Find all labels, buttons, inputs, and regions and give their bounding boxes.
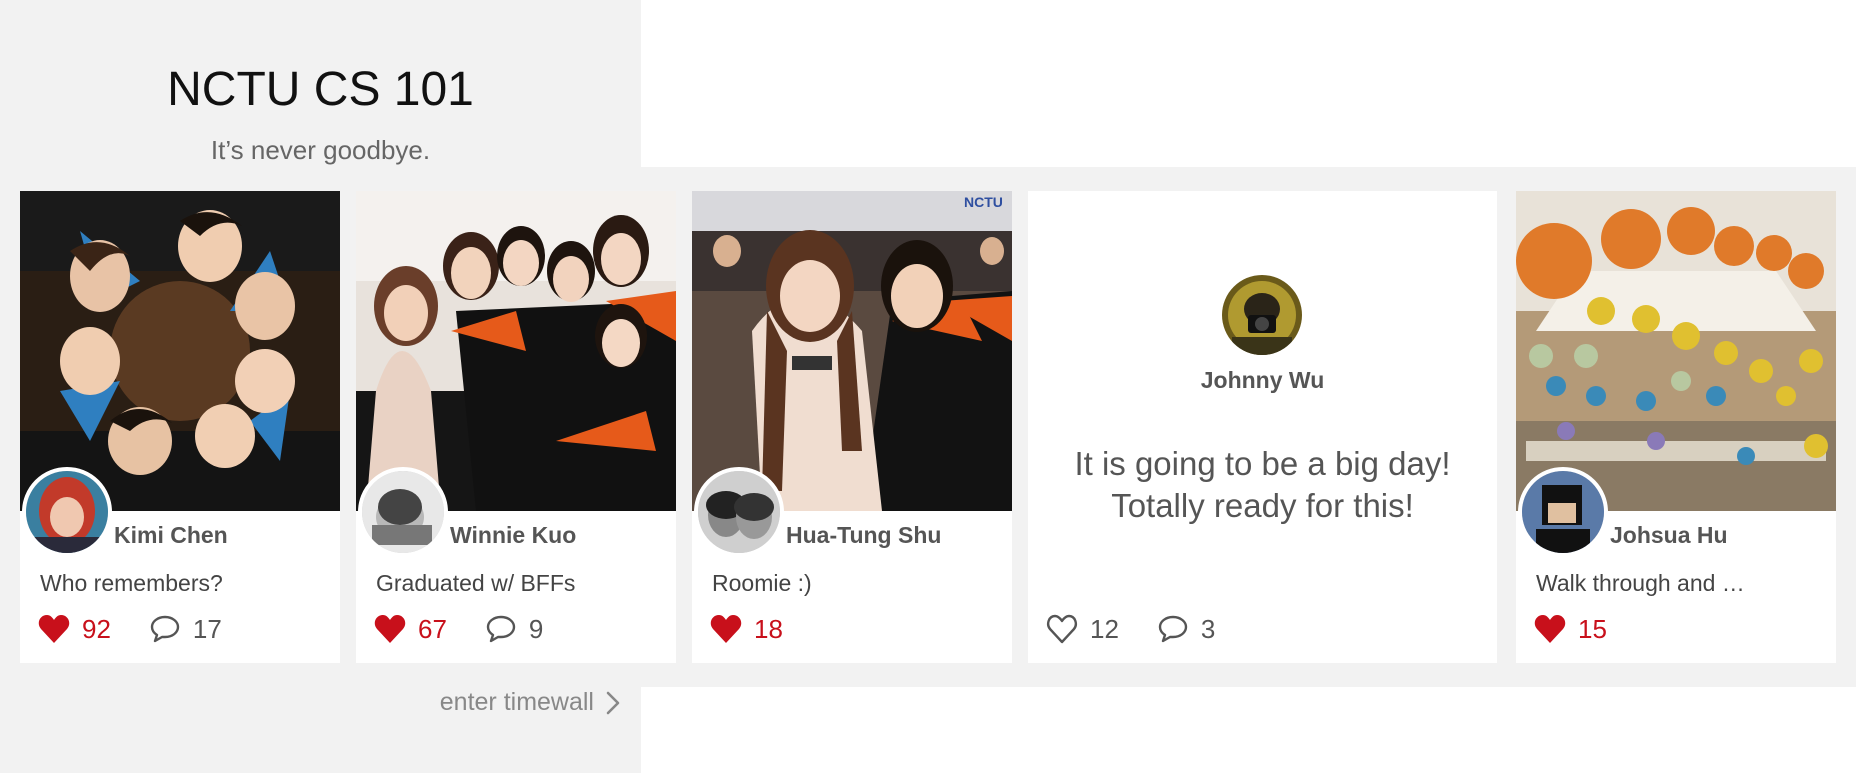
- author-avatar[interactable]: [22, 467, 112, 557]
- post-card[interactable]: NCTU Hua-Tung Shu Roomie :) 18: [692, 191, 1012, 663]
- enter-timewall-label: enter timewall: [439, 688, 594, 716]
- like-count: 18: [754, 613, 783, 644]
- post-photo[interactable]: [1516, 191, 1836, 511]
- heart-outline-icon: [1047, 614, 1077, 644]
- heart-icon: [1534, 615, 1566, 643]
- author-name[interactable]: Johsua Hu: [1610, 522, 1728, 549]
- comment-count: 17: [192, 613, 222, 644]
- post-stats: 18: [710, 609, 821, 649]
- like-count: 15: [1578, 613, 1607, 644]
- author-avatar[interactable]: [1222, 275, 1302, 355]
- like-count: 12: [1090, 613, 1119, 644]
- like-button[interactable]: 18: [710, 614, 783, 645]
- post-text: It is going to be a big day! Totally rea…: [1074, 445, 1451, 524]
- author-name[interactable]: Hua-Tung Shu: [786, 522, 941, 549]
- post-stats: 15: [1534, 609, 1645, 649]
- like-count: 92: [82, 613, 111, 644]
- author-avatar[interactable]: [1518, 467, 1608, 557]
- comment-icon: [1158, 615, 1188, 643]
- post-photo[interactable]: [20, 191, 340, 511]
- heart-icon: [710, 615, 742, 643]
- author-name[interactable]: Johnny Wu: [1028, 367, 1497, 394]
- post-caption: Who remembers?: [40, 570, 223, 596]
- author-name[interactable]: Winnie Kuo: [450, 522, 576, 549]
- comment-icon: [150, 615, 180, 643]
- like-count: 67: [418, 613, 447, 644]
- post-card[interactable]: Johsua Hu Walk through and … 15: [1516, 191, 1836, 663]
- post-card[interactable]: Winnie Kuo Graduated w/ BFFs 67 9: [356, 191, 676, 663]
- post-stats: 12 3: [1046, 609, 1253, 649]
- like-button[interactable]: 12: [1046, 614, 1119, 645]
- post-photo[interactable]: NCTU: [692, 191, 1012, 511]
- page-subtitle: It’s never goodbye.: [210, 135, 431, 165]
- page-title: NCTU CS 101: [167, 63, 474, 116]
- chevron-right-icon: [606, 691, 620, 714]
- like-button[interactable]: 15: [1534, 614, 1607, 645]
- author-avatar[interactable]: [694, 467, 784, 557]
- svg-text:NCTU: NCTU: [964, 194, 1003, 210]
- like-button[interactable]: 92: [38, 614, 111, 645]
- comment-count: 9: [528, 613, 544, 644]
- post-caption: Roomie :): [712, 570, 812, 596]
- post-stats: 92 17: [38, 609, 260, 649]
- post-photo[interactable]: [356, 191, 676, 511]
- author-avatar[interactable]: [358, 467, 448, 557]
- post-stats: 67 9: [374, 609, 581, 649]
- post-caption: Graduated w/ BFFs: [376, 570, 576, 596]
- post-card[interactable]: Kimi Chen Who remembers? 92 17: [20, 191, 340, 663]
- comment-button[interactable]: 3: [1157, 614, 1215, 645]
- like-button[interactable]: 67: [374, 614, 447, 645]
- heart-icon: [38, 615, 70, 643]
- text-post-card[interactable]: Johnny Wu It is going to be a big day! T…: [1028, 191, 1497, 663]
- post-caption: Walk through and …: [1536, 570, 1745, 596]
- enter-timewall-link[interactable]: enter timewall: [380, 688, 620, 717]
- comment-button[interactable]: 17: [149, 614, 222, 645]
- comment-icon: [486, 615, 516, 643]
- comment-button[interactable]: 9: [485, 614, 543, 645]
- comment-count: 3: [1200, 613, 1216, 644]
- author-name[interactable]: Kimi Chen: [114, 522, 228, 549]
- heart-icon: [374, 615, 406, 643]
